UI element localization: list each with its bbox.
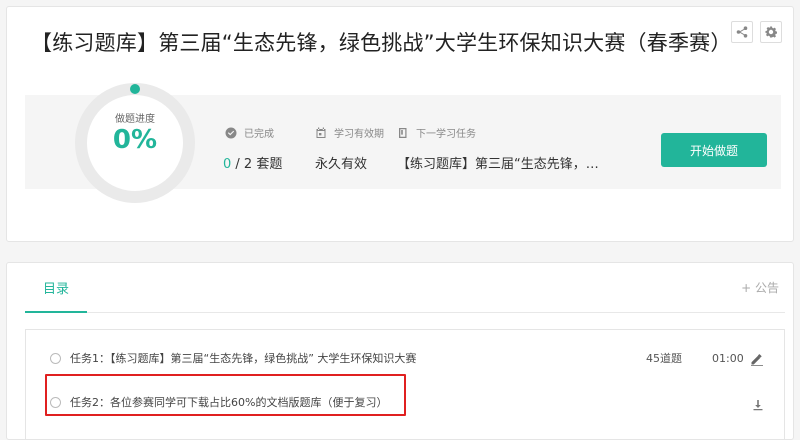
- calendar-icon: [315, 127, 327, 139]
- validity-label-text: 学习有效期: [334, 129, 384, 140]
- task-row[interactable]: 任务2：各位参赛同学可下载占比60%的文档版题库（便于复习）: [26, 380, 784, 424]
- pencil-icon[interactable]: [750, 351, 764, 366]
- check-circle-icon: [225, 127, 237, 139]
- share-icon: [736, 26, 748, 38]
- task-title[interactable]: 任务1：【练习题库】第三届“生态先锋，绿色挑战” 大学生环保知识大赛: [70, 350, 416, 366]
- progress-marker: [130, 84, 140, 94]
- next-task-label: 下一学习任务: [397, 125, 476, 140]
- completed-value: 0 / 2 套题: [223, 153, 282, 172]
- add-announcement-link[interactable]: + 公告: [741, 279, 779, 296]
- catalog-card: 目录 + 公告 任务1：【练习题库】第三届“生态先锋，绿色挑战” 大学生环保知识…: [6, 262, 794, 440]
- task-status-circle: [50, 396, 61, 408]
- completed-label: 已完成: [225, 125, 274, 140]
- next-task-value[interactable]: 【练习题库】第三届“生态先锋，绿色挑战”大学生环保知识大赛: [397, 153, 609, 172]
- share-button[interactable]: [731, 21, 753, 43]
- start-practice-button[interactable]: 开始做题: [661, 133, 767, 167]
- task-row[interactable]: 任务1：【练习题库】第三届“生态先锋，绿色挑战” 大学生环保知识大赛 45道题 …: [26, 336, 784, 380]
- task-question-count: 45道题: [646, 352, 682, 365]
- validity-value: 永久有效: [315, 157, 368, 172]
- progress-label: 做题进度: [115, 114, 155, 125]
- next-task-label-text: 下一学习任务: [416, 129, 476, 140]
- progress-percent: 0%: [112, 125, 158, 155]
- progress-panel: 做题进度 0% 已完成 学习有效期 下一学习任务 0 / 2 套题 永久有效 【…: [25, 83, 781, 203]
- completed-label-text: 已完成: [244, 129, 274, 140]
- book-icon: [397, 127, 409, 139]
- task-list: 任务1：【练习题库】第三届“生态先锋，绿色挑战” 大学生环保知识大赛 45道题 …: [25, 329, 785, 440]
- download-icon[interactable]: [752, 396, 764, 411]
- task-status-circle: [50, 352, 61, 364]
- page-title: 【练习题库】第三届“生态先锋，绿色挑战”大学生环保知识大赛（春季赛）: [31, 31, 732, 55]
- task-duration: 01:00: [712, 351, 744, 365]
- tabs-bar: 目录 + 公告: [25, 263, 785, 313]
- completed-total: / 2 套题: [231, 157, 283, 172]
- tab-catalog[interactable]: 目录: [25, 263, 87, 313]
- validity-label: 学习有效期: [315, 125, 384, 140]
- gear-icon: [765, 26, 777, 38]
- course-header-card: 【练习题库】第三届“生态先锋，绿色挑战”大学生环保知识大赛（春季赛） 做题进度 …: [6, 6, 794, 242]
- settings-button[interactable]: [760, 21, 782, 43]
- task-title[interactable]: 任务2：各位参赛同学可下载占比60%的文档版题库（便于复习）: [70, 394, 387, 410]
- progress-ring: 做题进度 0%: [71, 79, 199, 207]
